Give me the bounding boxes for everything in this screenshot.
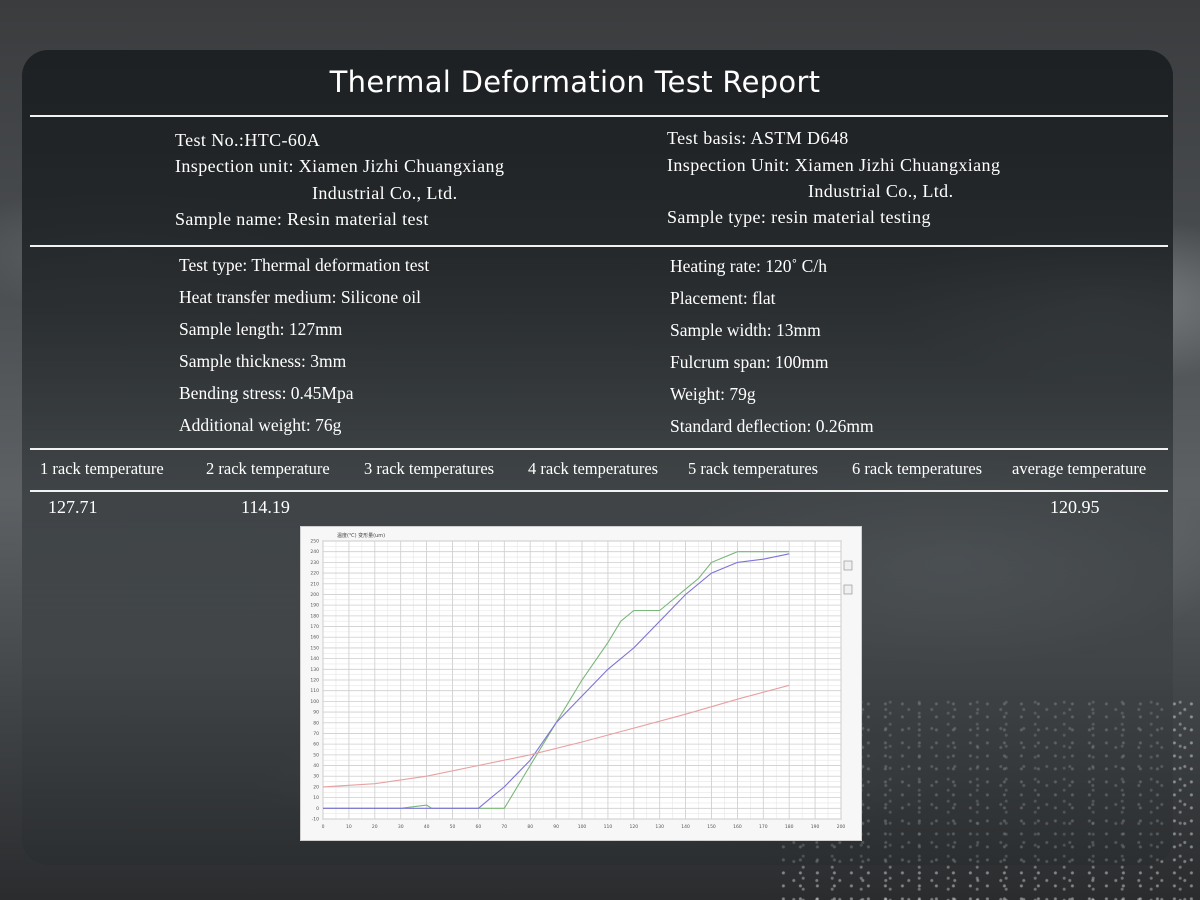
y-tick-label: 250 <box>310 539 319 545</box>
inspection-unit-left-line2: Industrial Co., Ltd. <box>312 183 458 203</box>
y-tick-label: 170 <box>310 624 319 630</box>
y-tick-label: 230 <box>310 560 319 566</box>
y-tick-label: 130 <box>310 667 319 673</box>
param-right-3: Fulcrum span: 100mm <box>670 352 829 372</box>
param-left-3: Sample thickness: 3mm <box>179 351 347 371</box>
temperature-header-row: 1 rack temperature 2 rack temperature 3 … <box>0 459 1200 483</box>
param-right-0: Heating rate: 120˚ C/h <box>670 256 827 276</box>
x-tick-label: 30 <box>398 824 404 830</box>
x-tick-label: 10 <box>346 824 352 830</box>
rule-columns-bottom <box>30 490 1168 492</box>
y-tick-label: 70 <box>313 731 319 737</box>
param-left-5: Additional weight: 76g <box>179 415 342 435</box>
x-tick-label: 80 <box>527 824 533 830</box>
param-left-1: Heat transfer medium: Silicone oil <box>179 287 422 307</box>
chart-zoom-icon <box>843 560 853 571</box>
x-tick-label: 130 <box>655 824 664 830</box>
x-tick-label: 0 <box>322 824 325 830</box>
y-tick-label: 140 <box>310 656 319 662</box>
y-tick-label: 10 <box>313 795 319 801</box>
x-tick-label: 40 <box>424 824 430 830</box>
y-tick-label: -10 <box>312 817 319 823</box>
deformation-chart: 0 10 20 30 40 50 60 70 80 90 100 110 120 130 140 150 160… <box>300 526 862 841</box>
col-rack-3: 3 rack temperatures <box>364 459 495 478</box>
chart-title: 温度(℃) 变形量(um) <box>337 532 385 539</box>
report-title: Thermal Deformation Test Report <box>329 65 821 99</box>
x-tick-label: 140 <box>681 824 690 830</box>
col-average: average temperature <box>1012 459 1147 478</box>
chart-svg: 0 10 20 30 40 50 60 70 80 90 100 110 120 130 140 150 160… <box>310 532 853 830</box>
y-tick-label: 180 <box>310 613 319 619</box>
value-rack-1: 127.71 <box>48 497 98 517</box>
y-tick-label: 0 <box>316 806 319 812</box>
col-rack-5: 5 rack temperatures <box>688 459 819 478</box>
y-tick-label: 30 <box>313 774 319 780</box>
value-rack-2: 114.19 <box>241 497 290 517</box>
y-tick-label: 200 <box>310 592 319 598</box>
y-tick-label: 150 <box>310 645 319 651</box>
param-left-4: Bending stress: 0.45Mpa <box>179 383 354 403</box>
y-tick-label: 240 <box>310 549 319 555</box>
y-tick-label: 100 <box>310 699 319 705</box>
param-left-2: Sample length: 127mm <box>179 319 343 339</box>
col-rack-6: 6 rack temperatures <box>852 459 983 478</box>
x-tick-label: 20 <box>372 824 378 830</box>
x-tick-label: 150 <box>707 824 716 830</box>
inspection-unit-right: Inspection Unit: Xiamen Jizhi Chuangxian… <box>667 155 1001 175</box>
y-tick-label: 210 <box>310 581 319 587</box>
value-average: 120.95 <box>1050 497 1100 517</box>
y-tick-label: 190 <box>310 603 319 609</box>
chart-export-icon <box>843 584 853 595</box>
x-tick-label: 50 <box>450 824 456 830</box>
rule-columns-top <box>30 448 1168 450</box>
param-right-4: Weight: 79g <box>670 384 756 404</box>
y-tick-label: 20 <box>313 784 319 790</box>
x-tick-label: 100 <box>578 824 587 830</box>
x-tick-label: 190 <box>811 824 820 830</box>
x-tick-label: 60 <box>476 824 482 830</box>
x-tick-label: 200 <box>837 824 846 830</box>
x-tick-label: 70 <box>501 824 507 830</box>
y-tick-label: 90 <box>313 710 319 716</box>
x-tick-label: 90 <box>553 824 559 830</box>
y-tick-label: 160 <box>310 635 319 641</box>
col-rack-2: 2 rack temperature <box>206 459 330 478</box>
param-right-5: Standard deflection: 0.26mm <box>670 416 874 436</box>
col-rack-4: 4 rack temperatures <box>528 459 659 478</box>
inspection-unit-right-line2: Industrial Co., Ltd. <box>808 181 954 201</box>
param-left-0: Test type: Thermal deformation test <box>179 255 430 275</box>
rule-middle <box>30 245 1168 247</box>
y-tick-label: 110 <box>310 688 319 694</box>
y-tick-label: 80 <box>313 720 319 726</box>
x-tick-label: 110 <box>604 824 613 830</box>
y-tick-label: 40 <box>313 763 319 769</box>
x-tick-label: 180 <box>785 824 794 830</box>
param-right-2: Sample width: 13mm <box>670 320 821 340</box>
x-tick-label: 160 <box>733 824 742 830</box>
test-no: Test No.:HTC-60A <box>175 130 321 150</box>
param-right-1: Placement: flat <box>670 288 776 308</box>
y-tick-label: 220 <box>310 571 319 577</box>
y-tick-label: 50 <box>313 752 319 758</box>
sample-name: Sample name: Resin material test <box>175 209 429 229</box>
rule-top <box>30 115 1168 117</box>
x-tick-label: 170 <box>759 824 768 830</box>
y-tick-label: 120 <box>310 678 319 684</box>
test-basis: Test basis: ASTM D648 <box>667 128 849 148</box>
sample-type: Sample type: resin material testing <box>667 207 931 227</box>
inspection-unit-left: Inspection unit: Xiamen Jizhi Chuangxian… <box>175 156 505 176</box>
y-tick-label: 60 <box>313 742 319 748</box>
x-tick-label: 120 <box>630 824 639 830</box>
col-rack-1: 1 rack temperature <box>40 459 164 478</box>
